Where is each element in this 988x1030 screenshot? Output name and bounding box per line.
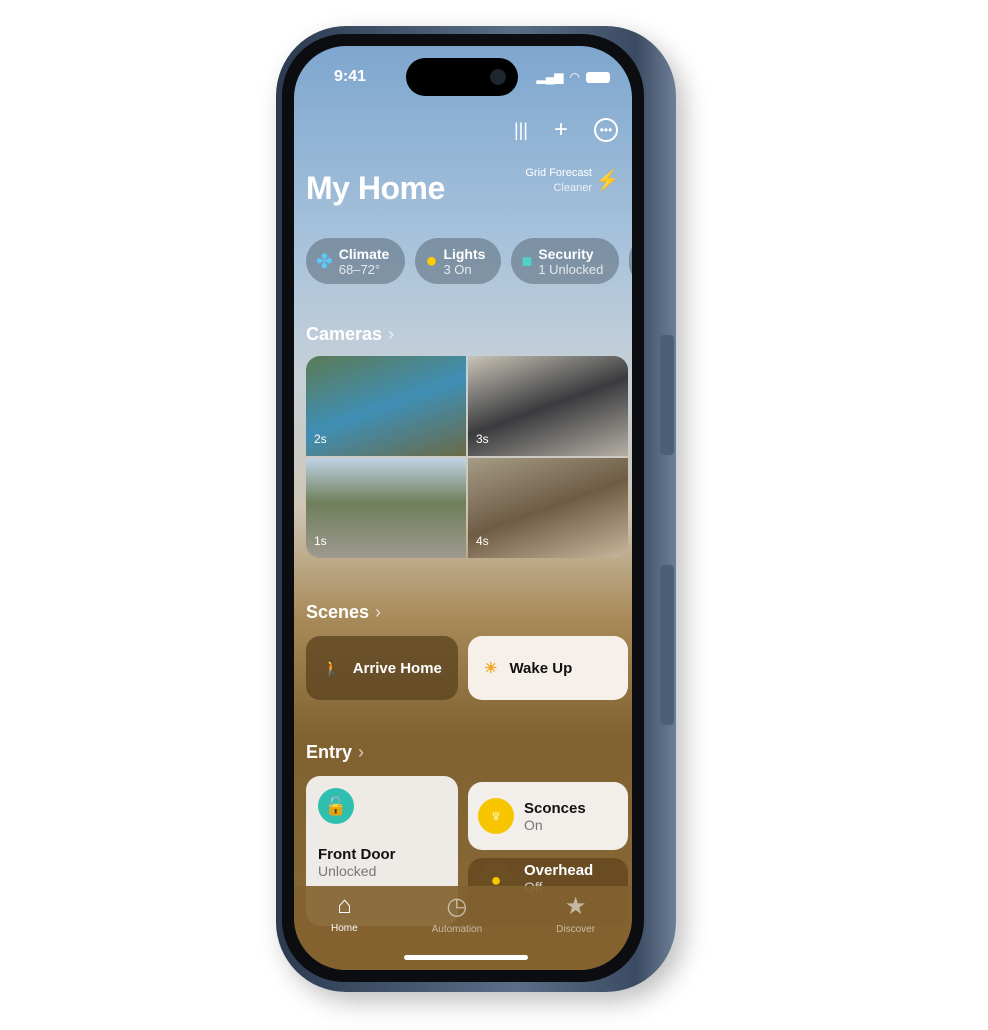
chevron-right-icon: › [358,742,365,762]
chip-label: Climate [338,245,390,262]
battery-icon [586,71,610,83]
wifi-icon: ◠ [569,70,580,84]
camera-feed[interactable]: 4s [468,458,628,558]
grid-forecast[interactable]: Grid Forecast Cleaner [525,166,592,196]
tile-state: Unlocked [318,863,377,879]
scene-arrive-home[interactable]: 🚶 Arrive Home [306,636,458,700]
grid-forecast-status: Cleaner [553,182,592,194]
tile-name: Sconces [524,799,586,817]
page-title: My Home [306,170,445,206]
chip-climate[interactable]: ✤ Climate 68–72° [306,238,406,284]
pendant-lamp-icon: ♆ [478,798,514,834]
tile-sconces[interactable]: ♆ Sconces On [468,782,628,850]
tab-bar: ⌂ Home ◷ Automation ★ Discover [294,886,632,970]
sunrise-icon: ☀ [484,660,498,677]
chip-value: 3 On [443,261,472,277]
home-indicator[interactable] [404,955,528,960]
grid-forecast-label: Grid Forecast [525,167,592,179]
cameras-title: Cameras [306,324,383,344]
status-icons: ▂▄▆ ◠ [537,70,610,84]
chip-value: 68–72° [338,261,381,277]
chip-more[interactable] [629,238,632,284]
tile-name: Front Door [318,846,396,863]
chip-security[interactable]: ■ Security 1 Unlocked [511,238,620,284]
tab-label: Automation [431,924,483,935]
voice-icon[interactable]: ||| [514,120,528,141]
bezel: 9:41 ▂▄▆ ◠ ||| + ••• My Home Grid Forecas… [282,34,644,982]
chip-label: Lights [443,245,486,262]
lock-icon: ■ [521,250,533,271]
tab-label: Home [330,923,358,934]
unlocked-icon: 🔓 [318,788,354,824]
lightbulb-icon: ● [425,249,438,272]
camera-age: 4s [476,534,489,548]
camera-feed[interactable]: 3s [468,356,628,456]
status-time: 9:41 [334,68,367,85]
scene-label: Arrive Home [352,659,442,677]
add-icon[interactable]: + [554,116,568,144]
camera-age: 1s [314,534,327,548]
lightning-sparkle-icon: ⚡ [595,170,620,192]
entry-header[interactable]: Entry › [306,742,364,763]
scenes-header[interactable]: Scenes › [306,602,381,623]
home-screen: 9:41 ▂▄▆ ◠ ||| + ••• My Home Grid Forecas… [294,46,632,970]
entry-title: Entry [306,742,353,762]
side-button [660,335,674,455]
tile-state: On [524,816,543,833]
fan-icon: ✤ [316,250,333,273]
tab-label: Discover [556,924,596,935]
category-chips: ✤ Climate 68–72° ● Lights 3 On ■ Security 1 Un… [306,238,632,284]
camera-grid: 2s 3s 1s 4s [306,356,628,558]
chevron-right-icon: › [388,324,395,344]
phone-frame: 9:41 ▂▄▆ ◠ ||| + ••• My Home Grid Forecas… [276,26,676,992]
side-button [660,565,674,725]
signal-icon: ▂▄▆ [536,70,564,84]
scene-label: Wake Up [509,659,573,677]
more-icon[interactable]: ••• [594,118,618,142]
walking-person-icon: 🚶 [322,660,341,677]
tab-home[interactable]: ⌂ Home [331,892,358,970]
camera-feed[interactable]: 1s [306,458,466,558]
clock-icon: ◷ [446,893,468,920]
cameras-header[interactable]: Cameras › [306,324,394,345]
star-icon: ★ [564,893,587,920]
camera-age: 2s [314,432,327,446]
chevron-right-icon: › [375,602,382,622]
scene-wake-up[interactable]: ☀ Wake Up [468,636,628,700]
tile-name: Overhead [524,862,594,879]
chip-value: 1 Unlocked [538,261,604,277]
camera-feed[interactable]: 2s [306,356,466,456]
chip-label: Security [538,245,594,262]
tab-discover[interactable]: ★ Discover [556,892,595,970]
camera-icon [490,69,506,85]
scenes-title: Scenes [306,602,370,622]
camera-age: 3s [476,432,489,446]
dynamic-island [406,58,518,96]
house-icon: ⌂ [337,892,352,919]
chip-lights[interactable]: ● Lights 3 On [415,238,502,284]
